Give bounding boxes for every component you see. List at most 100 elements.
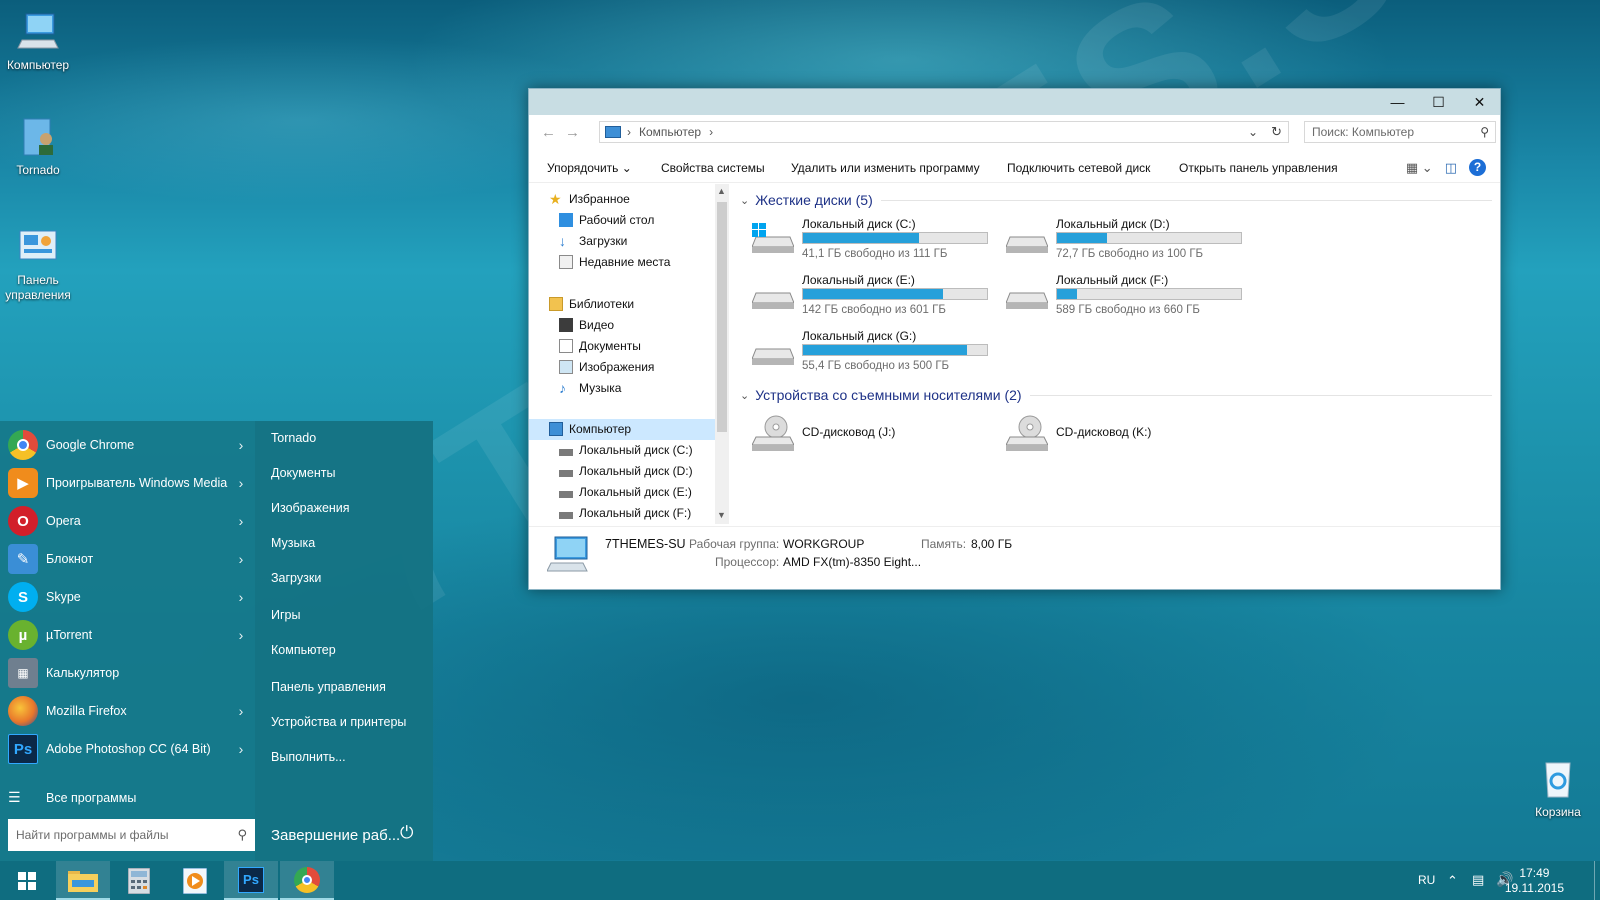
start-app-opera[interactable]: O Opera › bbox=[8, 503, 248, 539]
close-button[interactable]: ✕ bbox=[1459, 89, 1500, 115]
drive-c[interactable]: Локальный диск (C:) 41,1 ГБ свободно из … bbox=[740, 217, 990, 267]
address-bar[interactable]: › Компьютер › ⌄ ↻ bbox=[599, 121, 1289, 143]
chevron-right-icon[interactable]: › bbox=[234, 437, 248, 453]
taskbar-media-player[interactable] bbox=[168, 861, 222, 900]
start-app-calculator[interactable]: ▦ Калькулятор bbox=[8, 655, 248, 691]
chevron-right-icon[interactable]: › bbox=[234, 589, 248, 605]
place-tornado[interactable]: Tornado bbox=[271, 431, 316, 445]
desktop-icon-computer[interactable]: Компьютер bbox=[0, 10, 76, 73]
place-computer[interactable]: Компьютер bbox=[271, 643, 336, 657]
start-app-chrome[interactable]: Google Chrome › bbox=[8, 427, 248, 463]
star-icon: ★ bbox=[549, 191, 562, 207]
open-control-panel-button[interactable]: Открыть панель управления bbox=[1179, 161, 1338, 175]
calculator-icon bbox=[128, 867, 150, 894]
title-bar[interactable]: — ☐ ✕ bbox=[529, 89, 1500, 115]
chevron-right-icon[interactable]: › bbox=[234, 741, 248, 757]
language-indicator[interactable]: RU bbox=[1418, 873, 1435, 887]
search-input[interactable]: Поиск: Компьютер ⚲ bbox=[1304, 121, 1496, 143]
taskbar-photoshop[interactable]: Ps bbox=[224, 861, 278, 900]
clock[interactable]: 17:49 19.11.2015 bbox=[1505, 866, 1564, 896]
place-devices-printers[interactable]: Устройства и принтеры bbox=[271, 715, 406, 729]
nav-pictures[interactable]: Изображения bbox=[559, 360, 654, 374]
place-documents[interactable]: Документы bbox=[271, 466, 335, 480]
all-programs-button[interactable]: ☰ Все программы bbox=[8, 789, 136, 806]
taskbar-calculator[interactable] bbox=[112, 861, 166, 900]
help-icon[interactable]: ? bbox=[1469, 159, 1486, 176]
start-app-utorrent[interactable]: µ µTorrent › bbox=[8, 617, 248, 653]
scroll-down-icon[interactable]: ▼ bbox=[717, 510, 726, 520]
place-run[interactable]: Выполнить... bbox=[271, 750, 346, 764]
cpu-value: AMD FX(tm)-8350 Eight... bbox=[783, 555, 922, 569]
media-player-icon bbox=[183, 867, 207, 894]
start-button[interactable] bbox=[0, 861, 54, 900]
drive-g[interactable]: Локальный диск (G:) 55,4 ГБ свободно из … bbox=[740, 329, 990, 379]
place-games[interactable]: Игры bbox=[271, 608, 300, 622]
forward-arrow-icon[interactable]: → bbox=[565, 124, 580, 141]
start-app-notepad[interactable]: ✎ Блокнот › bbox=[8, 541, 248, 577]
desktop-icon-tornado[interactable]: Tornado bbox=[0, 115, 76, 178]
refresh-icon[interactable]: ↻ bbox=[1271, 124, 1282, 140]
nav-libraries[interactable]: Библиотеки bbox=[549, 297, 634, 311]
group-header-removable[interactable]: ⌄ Устройства со съемными носителями (2) bbox=[740, 387, 1492, 403]
power-icon[interactable]: ⏻ bbox=[400, 823, 422, 845]
breadcrumb-computer[interactable]: Компьютер bbox=[639, 125, 701, 139]
start-app-media-player[interactable]: ▶ Проигрыватель Windows Media › bbox=[8, 465, 248, 501]
taskbar-chrome[interactable] bbox=[280, 861, 334, 900]
place-downloads[interactable]: Загрузки bbox=[271, 571, 321, 585]
desktop-icon-recycle-bin[interactable]: Корзина bbox=[1520, 757, 1596, 820]
chevron-right-icon[interactable]: › bbox=[234, 513, 248, 529]
nav-music[interactable]: ♪ Музыка bbox=[559, 381, 621, 395]
nav-computer[interactable]: Компьютер bbox=[549, 422, 631, 436]
cd-drive-k[interactable]: CD-дисковод (K:) bbox=[994, 413, 1244, 453]
preview-pane-icon[interactable]: ◫ bbox=[1445, 160, 1457, 176]
nav-scrollbar[interactable]: ▲ ▼ bbox=[715, 184, 729, 524]
chevron-right-icon[interactable]: › bbox=[234, 627, 248, 643]
nav-drive-e[interactable]: Локальный диск (E:) bbox=[559, 485, 692, 499]
breadcrumb-chevron-icon[interactable]: › bbox=[709, 125, 713, 139]
system-properties-button[interactable]: Свойства системы bbox=[661, 161, 765, 175]
nav-documents[interactable]: Документы bbox=[559, 339, 641, 353]
nav-drive-d[interactable]: Локальный диск (D:) bbox=[559, 464, 693, 478]
place-music[interactable]: Музыка bbox=[271, 536, 315, 550]
group-header-hard-disks[interactable]: ⌄ Жесткие диски (5) bbox=[740, 192, 1492, 208]
nav-recent-places[interactable]: Недавние места bbox=[559, 255, 670, 269]
nav-drive-c[interactable]: Локальный диск (C:) bbox=[559, 443, 693, 457]
chevron-right-icon[interactable]: › bbox=[234, 475, 248, 491]
start-app-firefox[interactable]: Mozilla Firefox › bbox=[8, 693, 248, 729]
minimize-button[interactable]: — bbox=[1377, 89, 1418, 115]
start-app-photoshop[interactable]: Ps Adobe Photoshop CC (64 Bit) › bbox=[8, 731, 248, 767]
desktop-icon-control-panel[interactable]: Панель управления bbox=[0, 225, 76, 303]
nav-desktop[interactable]: Рабочий стол bbox=[559, 213, 654, 227]
organize-button[interactable]: Упорядочить ⌄ bbox=[547, 161, 632, 175]
cd-drive-j[interactable]: CD-дисковод (J:) bbox=[740, 413, 990, 453]
back-arrow-icon[interactable]: ← bbox=[541, 124, 556, 141]
scroll-up-icon[interactable]: ▲ bbox=[717, 186, 726, 196]
show-desktop-button[interactable] bbox=[1594, 861, 1600, 900]
chevron-right-icon[interactable]: › bbox=[234, 703, 248, 719]
nav-favorites[interactable]: ★ Избранное bbox=[549, 192, 630, 206]
place-pictures[interactable]: Изображения bbox=[271, 501, 350, 515]
chevron-down-icon[interactable]: ⌄ bbox=[1248, 125, 1258, 139]
desktop-icon bbox=[559, 213, 573, 227]
drive-e[interactable]: Локальный диск (E:) 142 ГБ свободно из 6… bbox=[740, 273, 990, 323]
place-control-panel[interactable]: Панель управления bbox=[271, 680, 386, 694]
maximize-button[interactable]: ☐ bbox=[1418, 89, 1459, 115]
shutdown-button[interactable]: Завершение раб... bbox=[271, 827, 400, 844]
drive-f[interactable]: Локальный диск (F:) 589 ГБ свободно из 6… bbox=[994, 273, 1244, 323]
show-hidden-icons-icon[interactable]: ⌃ bbox=[1447, 873, 1458, 889]
nav-downloads[interactable]: ↓ Загрузки bbox=[559, 234, 627, 248]
nav-drive-f[interactable]: Локальный диск (F:) bbox=[559, 506, 691, 520]
firefox-icon bbox=[8, 696, 38, 726]
scroll-thumb[interactable] bbox=[717, 202, 727, 432]
view-options-icon[interactable]: ▦ ⌄ bbox=[1406, 160, 1433, 176]
uninstall-program-button[interactable]: Удалить или изменить программу bbox=[791, 161, 980, 175]
nav-videos[interactable]: Видео bbox=[559, 318, 614, 332]
taskbar-explorer[interactable] bbox=[56, 861, 110, 900]
drive-d[interactable]: Локальный диск (D:) 72,7 ГБ свободно из … bbox=[994, 217, 1244, 267]
start-menu-places: Tornado Документы Изображения Музыка Заг… bbox=[255, 421, 433, 861]
chevron-right-icon[interactable]: › bbox=[234, 551, 248, 567]
start-app-skype[interactable]: S Skype › bbox=[8, 579, 248, 615]
network-icon[interactable]: ▤ bbox=[1472, 872, 1484, 888]
start-search-input[interactable]: Найти программы и файлы ⚲ bbox=[8, 819, 255, 851]
map-network-drive-button[interactable]: Подключить сетевой диск bbox=[1007, 161, 1150, 175]
